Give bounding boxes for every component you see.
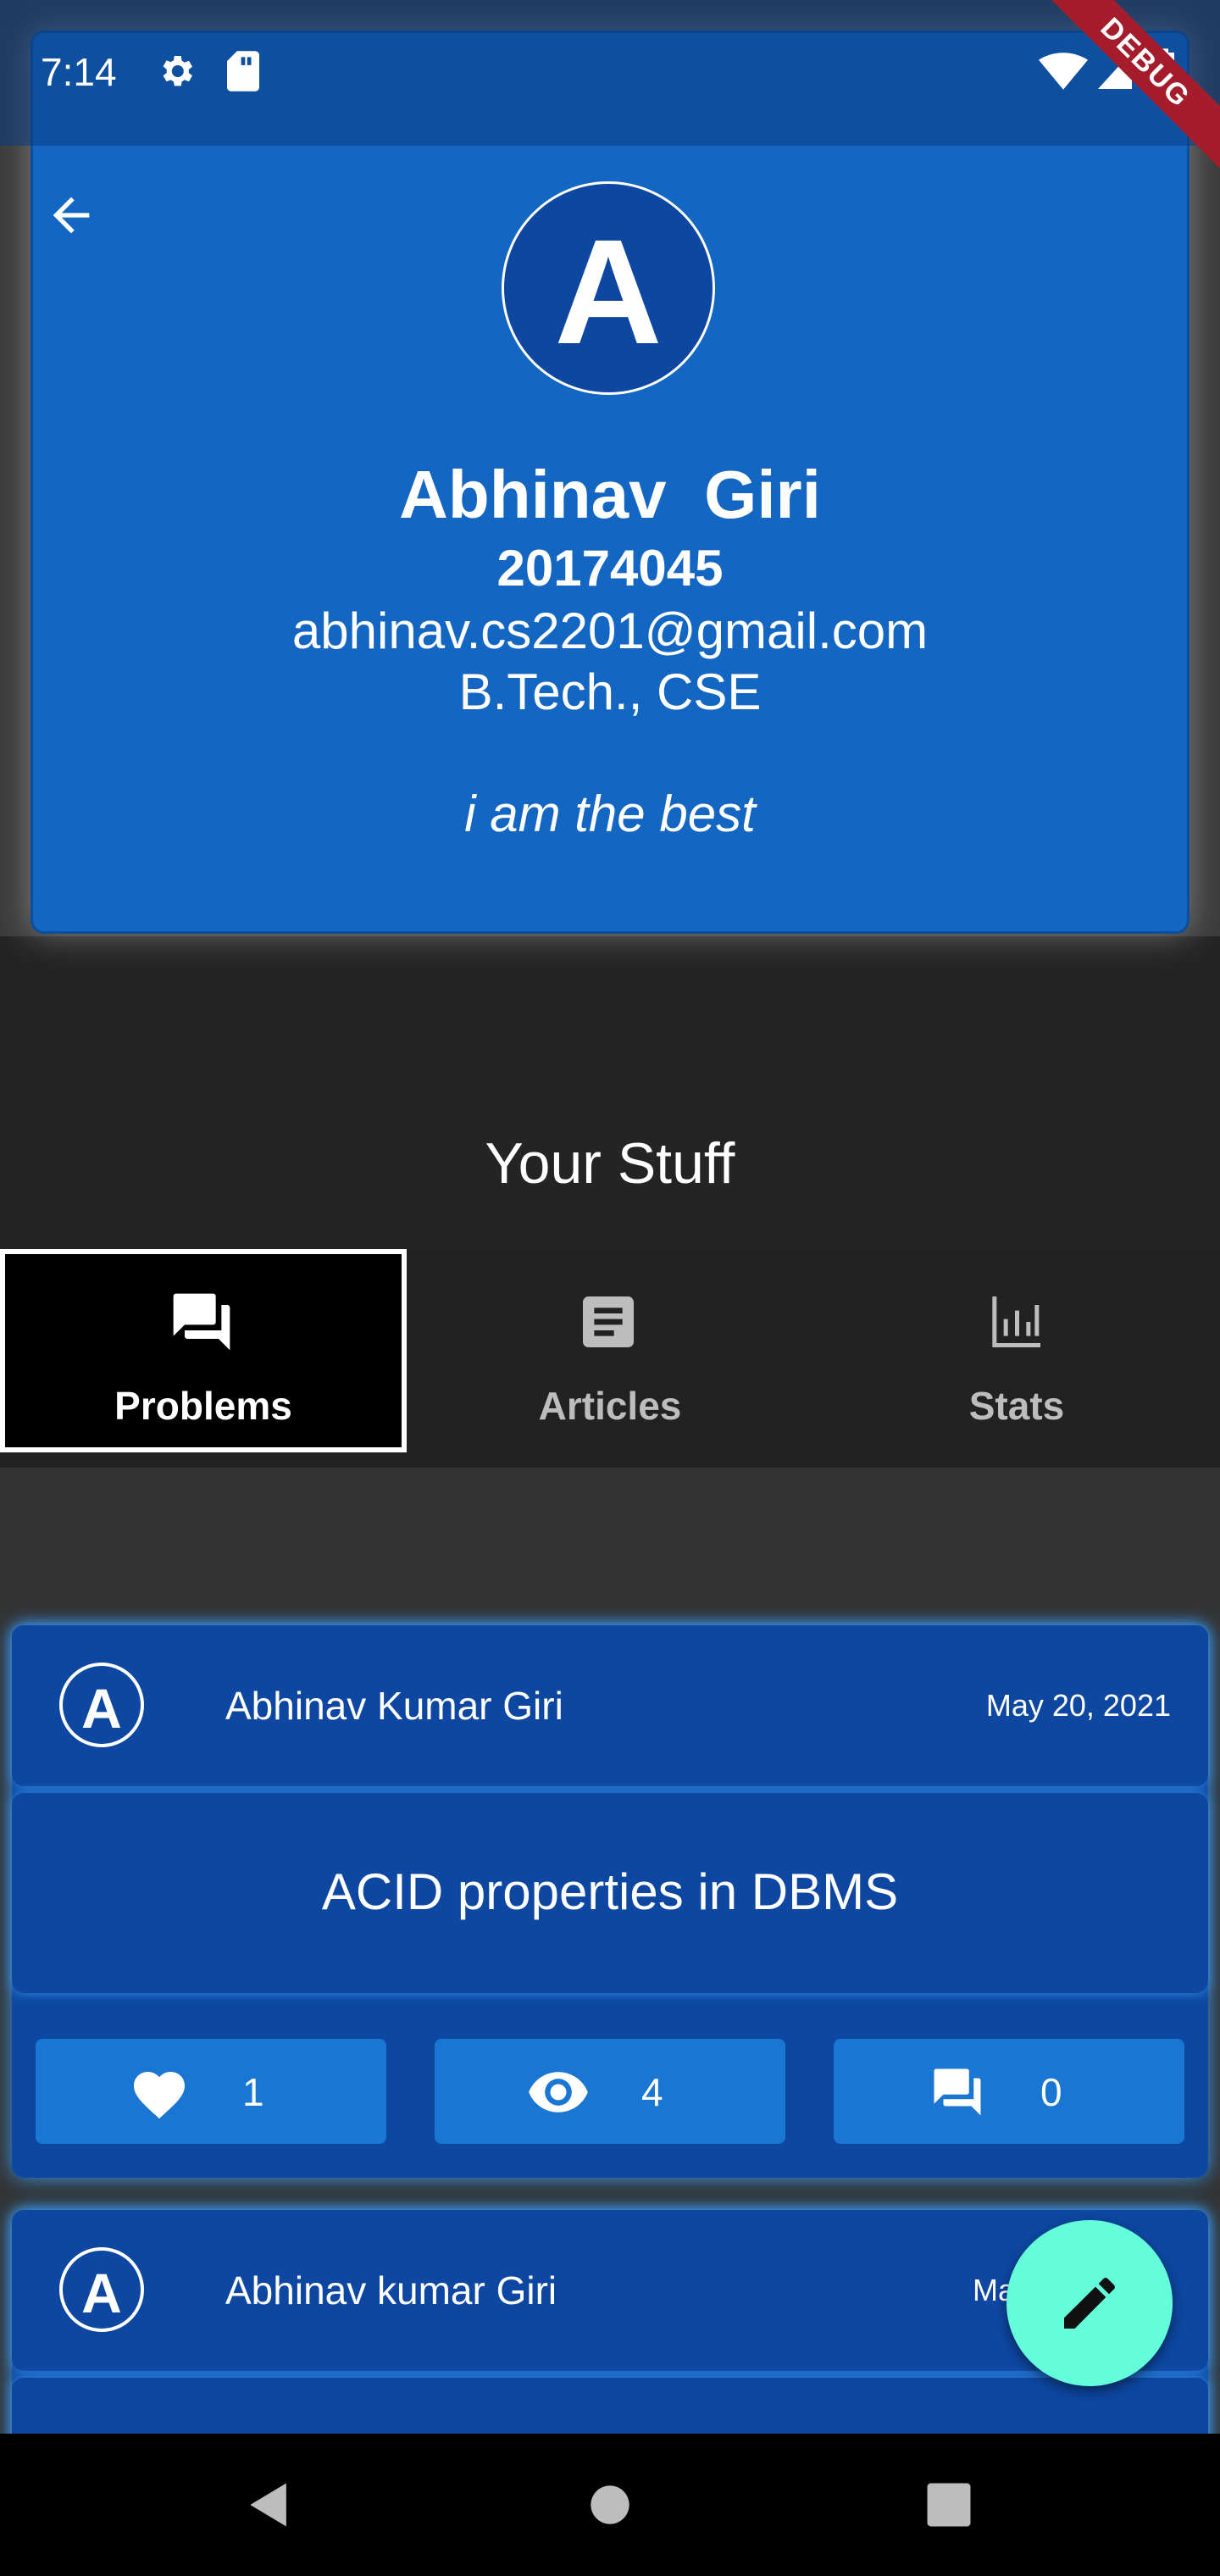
profile-avatar: A [502,181,715,395]
forum-icon [173,1293,230,1351]
gear-icon [163,56,192,86]
section-title: Your Stuff [485,1131,735,1196]
tab-bar: Problems Articles Stats [0,1249,1220,1468]
nav-home-icon[interactable] [581,2476,639,2534]
profile-bio: i am the best [464,786,756,842]
bar-chart-icon [992,1296,1040,1347]
comments-button[interactable]: 0 [834,2039,1184,2144]
nav-back-icon[interactable] [241,2476,298,2534]
post-date: May 20, 2021 [985,1688,1171,1723]
comment-count: 0 [1040,2070,1062,2114]
heart-icon [134,2072,185,2119]
tab-articles[interactable]: Articles [407,1249,813,1452]
profile-roll-number: 20174045 [496,540,724,597]
post-author: Abhinav kumar Giri [225,2268,557,2312]
like-button[interactable]: 1 [36,2039,386,2144]
tab-problems[interactable]: Problems [0,1249,407,1452]
tab-stats[interactable]: Stats [813,1249,1220,1452]
tab-label: Articles [538,1384,682,1428]
article-icon [583,1296,634,1347]
post-title: ACID properties in DBMS [321,1863,899,1920]
avatar: A [59,1663,144,1747]
system-nav-bar [0,2434,1220,2576]
profile-name: Abhinav Giri [399,457,821,532]
tab-label: Problems [114,1384,292,1428]
views-button[interactable]: 4 [435,2039,785,2144]
back-arrow-icon[interactable] [44,188,98,242]
wifi-icon [1039,53,1088,90]
edit-pencil-icon [1064,2278,1115,2329]
forum-icon [934,2068,981,2116]
post-body[interactable] [12,2378,1208,2434]
post-author: Abhinav Kumar Giri [225,1684,563,1728]
status-bar: 7:14 [0,0,1220,146]
post-body[interactable]: ACID properties in DBMS [12,1793,1208,1993]
status-time: 7:14 [41,50,117,94]
eye-icon [529,2072,588,2112]
tab-label: Stats [968,1384,1065,1428]
post-header: A Abhinav Kumar Giri May 20, 2021 [12,1625,1208,1786]
nav-recents-icon[interactable] [920,2476,978,2534]
profile-email: abhinav.cs2201@gmail.com [291,602,929,659]
post-card[interactable]: A Abhinav Kumar Giri May 20, 2021 ACID p… [12,1625,1208,2178]
profile-course: B.Tech., CSE [458,663,762,720]
compose-fab[interactable] [1006,2220,1173,2386]
view-count: 4 [641,2070,663,2114]
sd-card-icon [227,51,259,92]
avatar: A [59,2247,144,2332]
like-count: 1 [242,2070,264,2114]
